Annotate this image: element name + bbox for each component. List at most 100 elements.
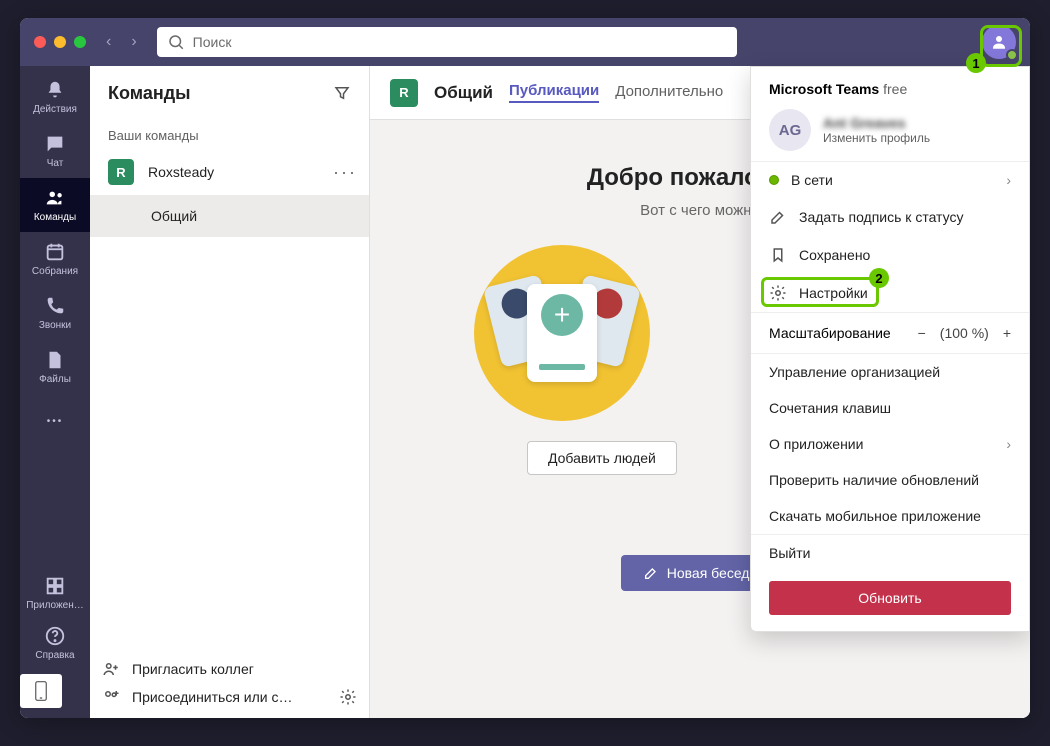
chevron-right-icon: › [1006,172,1011,188]
team-avatar: R [108,159,134,185]
check-updates-item[interactable]: Проверить наличие обновлений [751,462,1029,498]
rail-files-label: Файлы [39,374,71,385]
rail-chat-label: Чат [47,158,64,169]
profile-row: AG Ant Greaves Изменить профиль [769,109,1011,151]
apps-icon [44,575,66,597]
nav-forward-icon[interactable]: › [125,29,142,55]
close-window-dot[interactable] [34,36,46,48]
search-icon [167,33,185,51]
update-button[interactable]: Обновить [769,581,1011,615]
rail-apps[interactable]: Приложен… [20,568,90,618]
plus-icon: + [541,294,583,336]
rail-teams-label: Команды [34,212,76,223]
manage-org-label: Управление организацией [769,364,940,380]
channel-avatar: R [390,79,418,107]
app-window: 1 ‹ › Поиск Действия Чат [20,18,1030,718]
invite-label: Пригласить коллег [132,661,254,677]
channel-title: Общий [434,83,493,103]
rail-activity[interactable]: Действия [20,70,90,124]
rail-calls[interactable]: Звонки [20,286,90,340]
tab-posts[interactable]: Публикации [509,82,599,103]
add-people-button[interactable]: Добавить людей [527,441,677,475]
set-status-label: Задать подпись к статусу [799,209,963,225]
rail-activity-label: Действия [33,104,77,115]
teams-panel: Команды Ваши команды R Roxsteady ··· Общ… [90,66,370,718]
file-icon [44,349,66,371]
welcome-sub: Вот с чего можно [640,202,760,219]
panel-title: Команды [108,83,191,104]
bell-icon [44,79,66,101]
person-add-icon [102,660,120,678]
join-create-team-button[interactable]: Присоединиться или с… [102,688,357,706]
join-label: Присоединиться или с… [132,689,293,705]
zoom-in-button[interactable]: + [1003,325,1011,341]
bookmark-icon [769,246,787,264]
zoom-label: Масштабирование [769,325,891,341]
zoom-out-button[interactable]: − [918,325,926,341]
popup-header: Microsoft Teams free AG Ant Greaves Изме… [751,67,1029,162]
phone-icon [44,295,66,317]
about-label: О приложении [769,436,863,452]
teams-add-icon [102,688,120,706]
compose-icon [643,565,659,581]
rail-files[interactable]: Файлы [20,340,90,394]
status-online-icon [769,175,779,185]
rail-mobile-button[interactable] [20,674,62,708]
team-item-roxsteady[interactable]: R Roxsteady ··· [90,149,369,195]
rail-calls-label: Звонки [39,320,71,331]
mac-traffic-lights [34,36,86,48]
rail-apps-label: Приложен… [26,600,84,611]
check-updates-label: Проверить наличие обновлений [769,472,979,488]
app-rail: Действия Чат Команды Собрания Звонки Фай… [20,66,90,718]
search-placeholder: Поиск [193,34,232,50]
rail-more[interactable]: ••• [20,394,90,448]
calendar-icon [44,241,66,263]
profile-name: Ant Greaves [823,115,930,131]
tab-more[interactable]: Дополнительно [615,83,723,102]
person-icon [990,33,1008,51]
filter-icon[interactable] [333,84,351,102]
saved-item[interactable]: Сохранено [751,236,1029,274]
manage-org-item[interactable]: Управление организацией [751,354,1029,390]
chat-icon [44,133,66,155]
profile-avatar-button[interactable] [982,25,1016,59]
profile-popup: Microsoft Teams free AG Ant Greaves Изме… [750,66,1030,632]
presence-indicator [1006,49,1018,61]
settings-item[interactable]: Настройки 2 [751,274,1029,312]
search-input[interactable]: Поиск [157,27,737,57]
invite-colleagues-button[interactable]: Пригласить коллег [102,660,357,678]
rail-help[interactable]: Справка [20,618,90,668]
set-status-message-item[interactable]: Задать подпись к статусу [751,198,1029,236]
panel-footer: Пригласить коллег Присоединиться или с… [90,650,369,718]
product-name: Microsoft Teams free [769,81,1011,99]
rail-meetings[interactable]: Собрания [20,232,90,286]
panel-section-label: Ваши команды [90,120,369,149]
mobile-icon [34,680,48,702]
rail-meetings-label: Собрания [32,266,78,277]
panel-header: Команды [90,66,369,120]
channel-item-general[interactable]: Общий [90,195,369,237]
download-mobile-item[interactable]: Скачать мобильное приложение [751,498,1029,534]
teams-icon [44,187,66,209]
gear-icon[interactable] [339,688,357,706]
edit-icon [769,208,787,226]
shortcuts-item[interactable]: Сочетания клавиш [751,390,1029,426]
new-conv-label: Новая беседа [667,565,758,581]
settings-label: Настройки [799,285,868,301]
download-mobile-label: Скачать мобильное приложение [769,508,981,524]
rail-chat[interactable]: Чат [20,124,90,178]
team-more-icon[interactable]: ··· [333,162,357,183]
minimize-window-dot[interactable] [54,36,66,48]
status-label: В сети [791,172,833,188]
edit-profile-link[interactable]: Изменить профиль [823,131,930,145]
rail-teams[interactable]: Команды [20,178,90,232]
saved-label: Сохранено [799,247,870,263]
maximize-window-dot[interactable] [74,36,86,48]
status-item[interactable]: В сети › [751,162,1029,198]
titlebar: ‹ › Поиск [20,18,1030,66]
signout-item[interactable]: Выйти [751,535,1029,571]
channel-label: Общий [151,208,197,224]
help-icon [44,625,66,647]
about-item[interactable]: О приложении› [751,426,1029,462]
nav-back-icon[interactable]: ‹ [100,29,117,55]
